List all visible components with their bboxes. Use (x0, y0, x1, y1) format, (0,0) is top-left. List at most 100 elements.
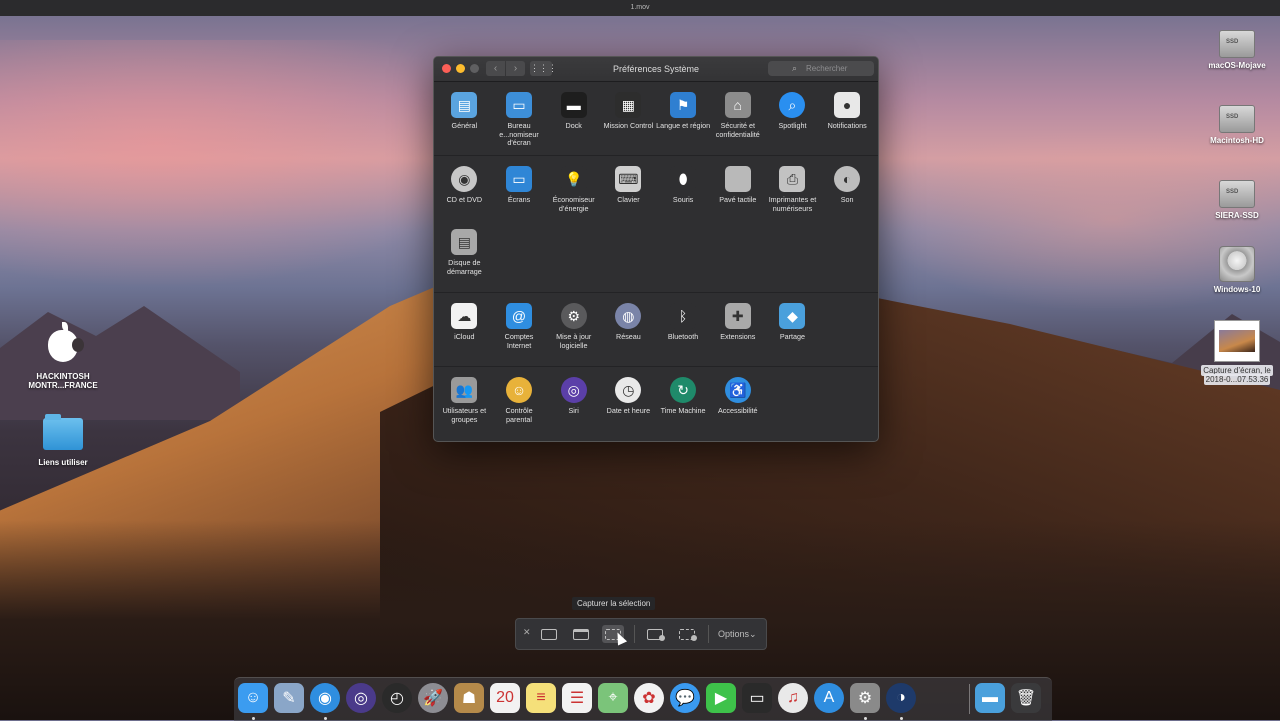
pref-pane-users-groups[interactable]: 👥 Utilisateurs et groupes (437, 373, 492, 433)
dock-finder-icon[interactable]: ☺ (238, 683, 268, 713)
pref-pane-internet-accounts[interactable]: @ Comptes Internet (492, 299, 547, 359)
pref-pane-sound[interactable]: ◐ Son (820, 162, 875, 222)
extensions-icon: ✚ (724, 303, 751, 329)
desktop-item-label: Liens utiliser (38, 458, 88, 467)
pref-pane-label: Dock (565, 121, 582, 130)
pref-pane-printer[interactable]: ⎙ Imprimantes et numériseurs (765, 162, 820, 222)
dock-preview-icon[interactable]: ✎ (274, 683, 304, 713)
pref-pane-desktop-screensaver[interactable]: ▭ Bureau e...nomiseur d'écran (492, 88, 547, 148)
desktop-item-label: MONTR...FRANCE (28, 381, 98, 390)
desktop-drive-siera-ssd[interactable]: SIERA-SSD (1182, 180, 1280, 220)
options-menu-button[interactable]: Options⌄ (718, 619, 757, 649)
search-icon: ⌕ (792, 63, 798, 73)
dock-contacts-icon[interactable]: ☗ (454, 683, 484, 713)
pref-pane-label: Bluetooth (667, 332, 699, 341)
dock-clover-configurator-icon[interactable]: ◑ (886, 683, 916, 713)
capture-window-button[interactable] (570, 625, 592, 643)
pref-pane-trackpad[interactable]: Pavé tactile (710, 162, 765, 222)
screenshot-toolbar: ✕ Options⌄ (515, 618, 767, 650)
desktop-folder-liens-utiliser[interactable]: Liens utiliser (8, 414, 118, 467)
desktop-item-label: 2018-0...07.53.36 (1203, 374, 1271, 385)
video-title-bar: 1.mov (0, 0, 1280, 16)
desktop-drive-macintosh-hd[interactable]: Macintosh-HD (1182, 105, 1280, 145)
pref-pane-mouse[interactable]: ⬮ Souris (656, 162, 711, 222)
pref-pane-language-region[interactable]: ⚑ Langue et région (656, 88, 711, 148)
toolbar-divider (708, 625, 709, 643)
desktop-hackintosh-drive[interactable]: HACKINTOSH MONTR...FRANCE (8, 322, 118, 390)
desktop-drive-windows-10[interactable]: Windows-10 (1182, 246, 1280, 294)
pref-pane-label: Pavé tactile (719, 195, 757, 204)
dock-facetime-icon[interactable]: ▶ (706, 683, 736, 713)
time-machine-icon: ↻ (670, 377, 697, 403)
pref-pane-accessibility[interactable]: ♿ Accessibilité (710, 373, 765, 433)
close-icon[interactable]: ✕ (523, 627, 531, 638)
pref-pane-label: Réseau (616, 332, 641, 341)
pref-pane-dock[interactable]: ▬ Dock (546, 88, 601, 148)
dock-photo-booth-icon[interactable]: ▭ (742, 683, 772, 713)
dock-downloads-folder-icon[interactable]: ▬ (975, 683, 1005, 713)
dock-safari-icon[interactable]: ◉ (310, 683, 340, 713)
pref-pane-icloud[interactable]: ☁ iCloud (437, 299, 492, 359)
pref-pane-label: Contrôle parental (505, 406, 533, 424)
pref-pane-software-update[interactable]: ⚙ Mise à jour logicielle (546, 299, 601, 359)
pref-pane-security[interactable]: ⌂ Sécurité et confidentialité (710, 88, 765, 148)
dock-reminders-icon[interactable]: ☰ (562, 683, 592, 713)
dock-app-store-icon[interactable]: A (814, 683, 844, 713)
date-time-icon: ◷ (615, 377, 642, 403)
dock-launchpad-icon[interactable]: 🚀 (418, 683, 448, 713)
dock-messages-icon[interactable]: 💬 (670, 683, 700, 713)
pref-pane-label: Souris (672, 195, 694, 204)
energy-saver-icon: 💡 (560, 166, 587, 192)
parental-controls-icon: ☺ (506, 377, 533, 403)
pref-pane-siri[interactable]: ◎ Siri (546, 373, 601, 433)
pref-pane-label: Bureau e...nomiseur d'écran (499, 121, 539, 148)
pref-pane-time-machine[interactable]: ↻ Time Machine (656, 373, 711, 433)
pref-pane-general[interactable]: ▤ Général (437, 88, 492, 148)
dock-dashboard-icon[interactable]: ◴ (382, 683, 412, 713)
pref-pane-mission-control[interactable]: ▦ Mission Control (601, 88, 656, 148)
ssd-drive-icon (1219, 180, 1255, 208)
dock-siri-icon[interactable]: ◎ (346, 683, 376, 713)
ssd-drive-icon (1219, 105, 1255, 133)
pref-pane-cd-dvd[interactable]: ◉ CD et DVD (437, 162, 492, 222)
sharing-icon: ◆ (779, 303, 806, 329)
pref-pane-spotlight[interactable]: ⌕ Spotlight (765, 88, 820, 148)
dock-photos-icon[interactable]: ✿ (634, 683, 664, 713)
pref-pane-notifications[interactable]: ● Notifications (820, 88, 875, 148)
record-selection-button[interactable] (676, 625, 698, 643)
desktop-screenshot-file[interactable]: Capture d’écran, le 2018-0...07.53.36 (1182, 320, 1280, 385)
pref-pane-label: Extensions (720, 332, 756, 341)
spotlight-icon: ⌕ (779, 92, 806, 118)
dock-trash-icon[interactable]: 🗑 (1011, 683, 1041, 713)
pref-pane-energy-saver[interactable]: 💡 Économiseur d’énergie (546, 162, 601, 222)
pref-pane-network[interactable]: ◍ Réseau (601, 299, 656, 359)
pref-pane-startup-disk[interactable]: ▤ Disque de démarrage (437, 225, 492, 285)
pref-pane-sharing[interactable]: ◆ Partage (765, 299, 820, 359)
language-region-icon: ⚑ (670, 92, 697, 118)
toolbar-divider (634, 625, 635, 643)
prefs-section-personal: ▤ Général ▭ Bureau e...nomiseur d'écran ▬ Doc… (434, 82, 878, 156)
pref-pane-extensions[interactable]: ✚ Extensions (710, 299, 765, 359)
capture-entire-screen-button[interactable] (538, 625, 560, 643)
dock-system-preferences-icon[interactable]: ⚙ (850, 683, 880, 713)
pref-pane-bluetooth[interactable]: ᛒ Bluetooth (656, 299, 711, 359)
desktop-drive-macos-mojave[interactable]: macOS-Mojave (1182, 30, 1280, 70)
pref-pane-label: Imprimantes et numériseurs (768, 195, 817, 213)
record-entire-screen-button[interactable] (644, 625, 666, 643)
pref-pane-keyboard[interactable]: ⌨ Clavier (601, 162, 656, 222)
pref-pane-label: iCloud (454, 332, 475, 341)
pref-pane-label: Utilisateurs et groupes (442, 406, 487, 424)
dock-itunes-icon[interactable]: ♫ (778, 683, 808, 713)
pref-pane-parental-controls[interactable]: ☺ Contrôle parental (492, 373, 547, 433)
window-titlebar[interactable]: ‹ › ⋮⋮⋮ Préférences Système ⌕ Rechercher (434, 57, 878, 82)
pref-pane-label: Écrans (507, 195, 531, 204)
search-field[interactable]: ⌕ Rechercher (768, 61, 874, 76)
dock-notes-icon[interactable]: ≡ (526, 683, 556, 713)
pref-pane-label: Sécurité et confidentialité (715, 121, 760, 139)
pref-pane-displays[interactable]: ▭ Écrans (492, 162, 547, 222)
pref-pane-date-time[interactable]: ◷ Date et heure (601, 373, 656, 433)
bluetooth-icon: ᛒ (670, 303, 697, 329)
dock-calendar-icon[interactable]: 20 (490, 683, 520, 713)
pref-pane-label: Mission Control (603, 121, 654, 130)
dock-maps-icon[interactable]: ⌖ (598, 683, 628, 713)
